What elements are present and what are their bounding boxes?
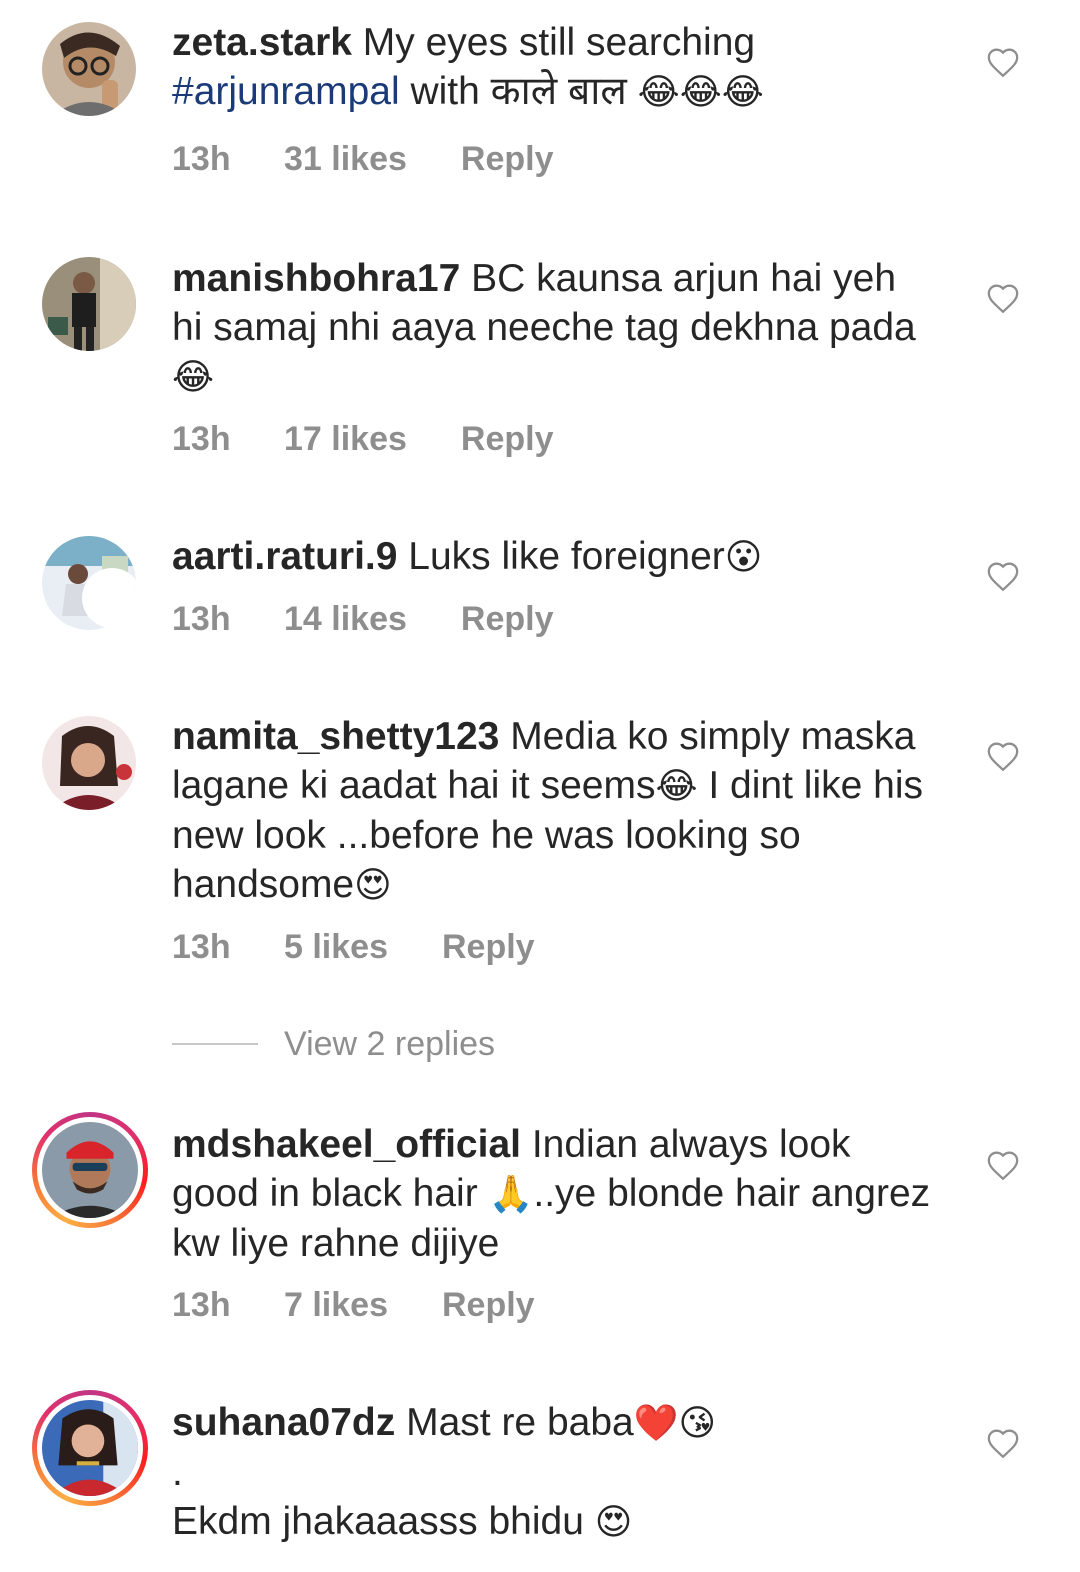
- avatar-photo: [42, 257, 136, 351]
- timestamp: 13h: [172, 600, 231, 638]
- view-replies-button[interactable]: View 2 replies: [172, 1022, 495, 1066]
- likes-count[interactable]: 17 likes: [284, 420, 407, 459]
- timestamp: 13h: [172, 928, 231, 966]
- avatar: [42, 1122, 138, 1218]
- comment-text: manishbohra17 BC kaunsa arjun hai yeh hi…: [172, 254, 932, 402]
- heart-eyes-emoji: 😍: [354, 865, 392, 906]
- likes-count[interactable]: 7 likes: [284, 1286, 388, 1325]
- username[interactable]: zeta.stark: [172, 21, 352, 64]
- replies-divider: [172, 1043, 258, 1045]
- comment-meta: 13h 31 likes Reply: [172, 140, 553, 179]
- comment-body: Mast re baba: [406, 1401, 634, 1444]
- avatar[interactable]: [42, 257, 136, 351]
- surprised-emoji: 😮: [724, 537, 763, 578]
- likes-count[interactable]: 31 likes: [284, 140, 407, 179]
- comment-body: Luks like foreigner: [408, 535, 725, 578]
- avatar-ring-gap: [37, 1395, 143, 1501]
- story-ring-avatar[interactable]: [32, 1112, 148, 1228]
- likes-count[interactable]: 5 likes: [284, 928, 388, 967]
- heart-outline-icon[interactable]: [986, 560, 1020, 594]
- reply-button[interactable]: Reply: [442, 928, 535, 967]
- reply-button[interactable]: Reply: [461, 600, 554, 639]
- comment-text: aarti.raturi.9 Luks like foreigner😮: [172, 532, 932, 582]
- comment-text: zeta.stark My eyes still searching #arju…: [172, 18, 932, 117]
- avatar[interactable]: [42, 536, 136, 630]
- avatar: [42, 1400, 138, 1496]
- username[interactable]: suhana07dz: [172, 1401, 395, 1444]
- comment-meta: 13h 17 likes Reply: [172, 420, 553, 459]
- heart-outline-icon[interactable]: [986, 282, 1020, 316]
- comment-text: mdshakeel_official Indian always look go…: [172, 1120, 932, 1268]
- heart-outline-icon[interactable]: [986, 740, 1020, 774]
- timestamp: 13h: [172, 140, 231, 178]
- folded-hands-emoji: 🙏: [488, 1174, 534, 1215]
- laughing-emoji: 😂😂😂: [637, 72, 764, 113]
- view-replies-label: View 2 replies: [284, 1024, 496, 1063]
- comment-body: My eyes still searching: [362, 21, 756, 64]
- story-ring-avatar[interactable]: [32, 1390, 148, 1506]
- avatar[interactable]: [42, 716, 136, 810]
- avatar[interactable]: [42, 22, 136, 116]
- username[interactable]: manishbohra17: [172, 257, 460, 300]
- timestamp: 13h: [172, 1286, 231, 1324]
- comment-body-cont: Ekdm jhakaaasss bhidu: [172, 1500, 584, 1543]
- username[interactable]: mdshakeel_official: [172, 1123, 521, 1166]
- username[interactable]: namita_shetty123: [172, 715, 499, 758]
- avatar-photo: [42, 716, 136, 810]
- heart-kiss-emoji: ❤️😘: [633, 1403, 717, 1444]
- reply-button[interactable]: Reply: [442, 1286, 535, 1325]
- heart-outline-icon[interactable]: [986, 46, 1020, 80]
- comment-text: suhana07dz Mast re baba❤️😘 . Ekdm jhakaa…: [172, 1398, 932, 1547]
- comment-meta: 13h 7 likes Reply: [172, 1286, 535, 1325]
- reply-button[interactable]: Reply: [461, 140, 554, 179]
- avatar-photo: [42, 22, 136, 116]
- username[interactable]: aarti.raturi.9: [172, 535, 397, 578]
- comment-body-cont: with काले बाल: [410, 70, 627, 113]
- reply-button[interactable]: Reply: [461, 420, 554, 459]
- comment-meta: 13h 5 likes Reply: [172, 928, 535, 967]
- hashtag-link[interactable]: #arjunrampal: [172, 70, 400, 113]
- heart-eyes-emoji: 😍: [594, 1502, 633, 1543]
- laughing-emoji: 😂: [172, 357, 215, 398]
- comment-dot: .: [172, 1451, 183, 1494]
- avatar-photo: [42, 536, 136, 630]
- avatar-photo: [42, 1122, 138, 1218]
- laughing-emoji: 😂: [655, 766, 698, 807]
- timestamp: 13h: [172, 420, 231, 458]
- avatar-photo: [42, 1400, 138, 1496]
- avatar-ring-gap: [37, 1117, 143, 1223]
- comment-text: namita_shetty123 Media ko simply maska l…: [172, 712, 932, 910]
- likes-count[interactable]: 14 likes: [284, 600, 407, 639]
- heart-outline-icon[interactable]: [986, 1149, 1020, 1183]
- comment-meta: 13h 14 likes Reply: [172, 600, 553, 639]
- heart-outline-icon[interactable]: [986, 1427, 1020, 1461]
